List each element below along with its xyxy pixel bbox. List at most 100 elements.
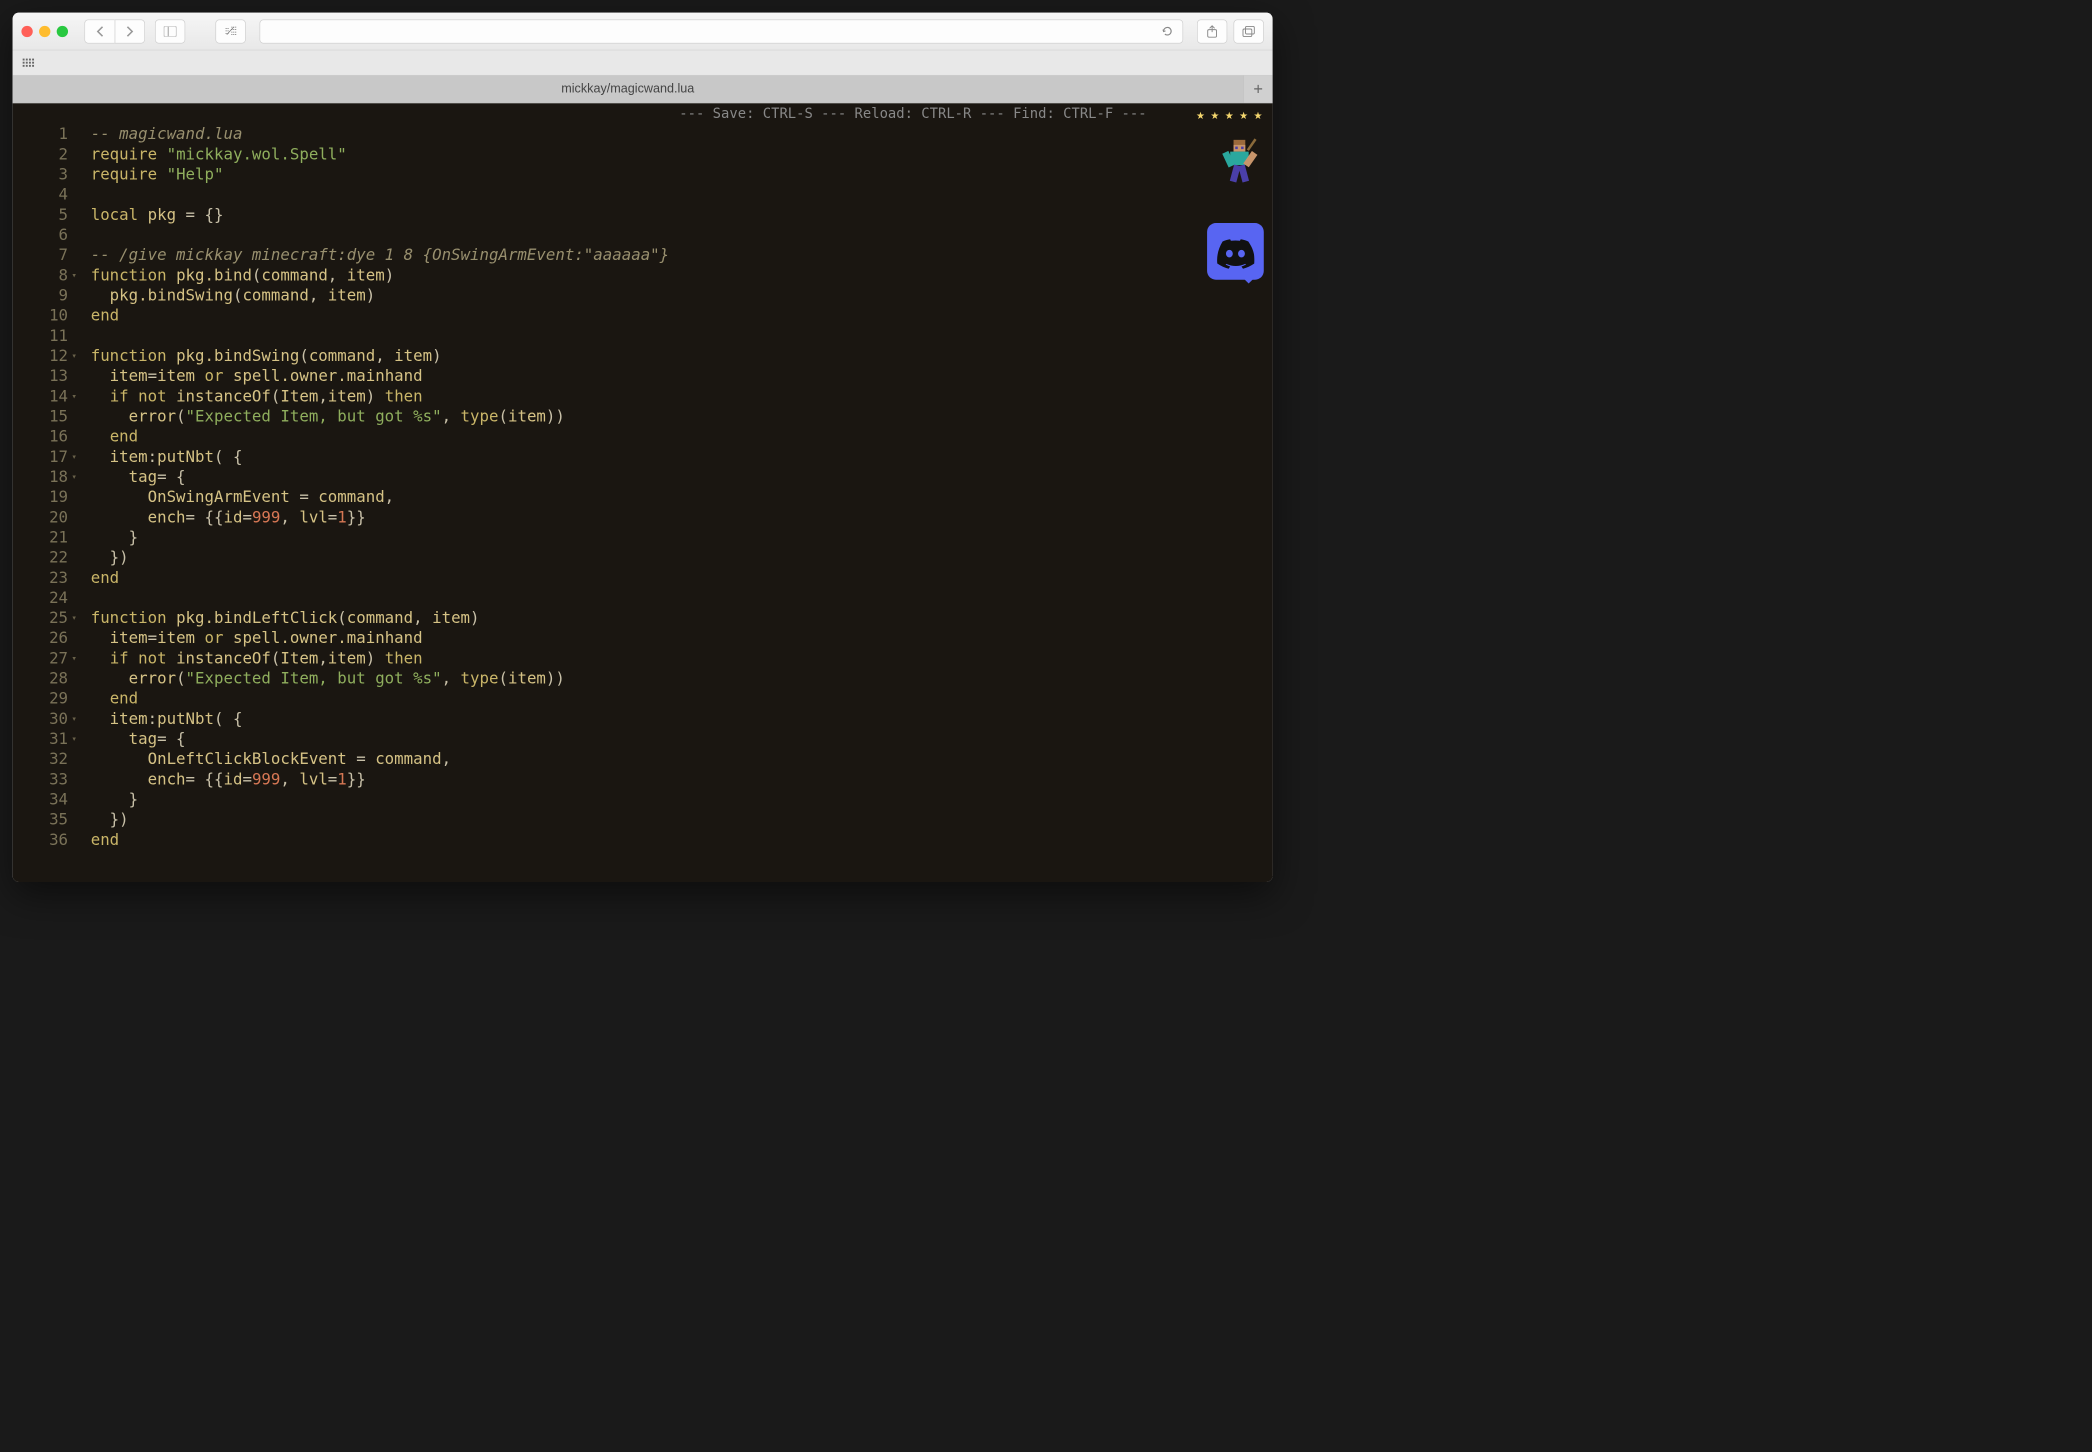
reload-icon[interactable] [1161,25,1174,38]
code-line[interactable]: require "mickkay.wol.Spell" [91,144,1273,164]
reader-button[interactable] [215,19,245,43]
code-line[interactable]: end [91,568,1273,588]
minimize-icon[interactable] [39,26,50,37]
browser-window: mickkay/magicwand.lua + --- Save: CTRL-S… [13,13,1273,882]
line-number: 13 [13,366,68,386]
line-number: 3 [13,164,68,184]
discord-button[interactable] [1207,223,1264,280]
line-number: 34 [13,789,68,809]
overlay-widgets: ★ ★ ★ ★ ★ [1196,110,1264,280]
line-number: 6 [13,225,68,245]
code-line[interactable]: -- magicwand.lua [91,124,1273,144]
line-number: 24 [13,588,68,608]
line-number: 31 [13,729,68,749]
line-number: 5 [13,205,68,225]
code-line[interactable]: function pkg.bindSwing(command, item) [91,346,1273,366]
chevron-right-icon [125,25,134,38]
browser-toolbar [13,13,1273,51]
line-number: 15 [13,406,68,426]
new-tab-button[interactable]: + [1244,76,1273,103]
code-line[interactable]: pkg.bindSwing(command, item) [91,285,1273,305]
line-number: 4 [13,185,68,205]
code-line[interactable]: ench= {{id=999, lvl=1}} [91,769,1273,789]
code-line[interactable] [91,225,1273,245]
line-number: 18 [13,467,68,487]
code-line[interactable]: function pkg.bindLeftClick(command, item… [91,608,1273,628]
code-content[interactable]: -- magicwand.luarequire "mickkay.wol.Spe… [76,124,1273,882]
line-number: 29 [13,689,68,709]
code-line[interactable]: local pkg = {} [91,205,1273,225]
tabs-button[interactable] [1234,19,1264,43]
line-number: 21 [13,527,68,547]
forward-button[interactable] [115,19,145,43]
code-line[interactable]: item:putNbt( { [91,709,1273,729]
code-line[interactable]: tag= { [91,467,1273,487]
shortcut-hint: --- Save: CTRL-S --- Reload: CTRL-R --- … [13,103,1273,124]
editor-tab[interactable]: mickkay/magicwand.lua [13,76,1244,103]
plus-icon: + [1253,79,1263,99]
sidebar-button[interactable] [155,19,185,43]
line-number: 12 [13,346,68,366]
chevron-left-icon [95,25,104,38]
code-line[interactable]: }) [91,810,1273,830]
code-line[interactable]: ench= {{id=999, lvl=1}} [91,507,1273,527]
discord-icon [1217,232,1255,270]
code-line[interactable]: } [91,789,1273,809]
code-line[interactable]: item:putNbt( { [91,447,1273,467]
line-number: 35 [13,810,68,830]
line-number: 16 [13,427,68,447]
line-number: 10 [13,306,68,326]
nav-buttons [84,19,144,43]
code-line[interactable]: if not instanceOf(Item,item) then [91,386,1273,406]
code-line[interactable]: end [91,306,1273,326]
stars-icon: ★ ★ ★ ★ ★ [1196,110,1264,123]
code-line[interactable]: error("Expected Item, but got %s", type(… [91,406,1273,426]
code-line[interactable] [91,326,1273,346]
maximize-icon[interactable] [57,26,68,37]
code-line[interactable] [91,588,1273,608]
line-number: 9 [13,285,68,305]
url-bar[interactable] [260,19,1184,43]
line-number: 7 [13,245,68,265]
line-number: 23 [13,568,68,588]
line-number: 22 [13,547,68,567]
line-number: 17 [13,447,68,467]
favorites-bar [13,50,1273,75]
line-number: 1 [13,124,68,144]
line-number: 19 [13,487,68,507]
reader-icon [224,26,238,37]
code-editor: --- Save: CTRL-S --- Reload: CTRL-R --- … [13,103,1273,882]
share-button[interactable] [1197,19,1227,43]
code-line[interactable]: end [91,427,1273,447]
code-line[interactable]: require "Help" [91,164,1273,184]
code-line[interactable]: end [91,689,1273,709]
line-number: 28 [13,668,68,688]
line-number: 2 [13,144,68,164]
apps-grid-icon[interactable] [23,59,34,67]
code-area[interactable]: 1234567891011121314151617181920212223242… [13,124,1273,882]
line-gutter: 1234567891011121314151617181920212223242… [13,124,76,882]
code-line[interactable]: -- /give mickkay minecraft:dye 1 8 {OnSw… [91,245,1273,265]
close-icon[interactable] [21,26,32,37]
code-line[interactable]: function pkg.bind(command, item) [91,265,1273,285]
back-button[interactable] [84,19,114,43]
code-line[interactable]: if not instanceOf(Item,item) then [91,648,1273,668]
code-line[interactable]: OnSwingArmEvent = command, [91,487,1273,507]
tab-label: mickkay/magicwand.lua [561,82,694,96]
code-line[interactable]: } [91,527,1273,547]
code-line[interactable]: end [91,830,1273,850]
code-line[interactable]: tag= { [91,729,1273,749]
line-number: 20 [13,507,68,527]
code-line[interactable]: item=item or spell.owner.mainhand [91,366,1273,386]
line-number: 33 [13,769,68,789]
line-number: 36 [13,830,68,850]
line-number: 32 [13,749,68,769]
window-controls [21,26,68,37]
line-number: 27 [13,648,68,668]
code-line[interactable]: item=item or spell.owner.mainhand [91,628,1273,648]
code-line[interactable] [91,185,1273,205]
code-line[interactable]: error("Expected Item, but got %s", type(… [91,668,1273,688]
code-line[interactable]: }) [91,547,1273,567]
minecraft-character-icon[interactable] [1213,135,1263,185]
code-line[interactable]: OnLeftClickBlockEvent = command, [91,749,1273,769]
